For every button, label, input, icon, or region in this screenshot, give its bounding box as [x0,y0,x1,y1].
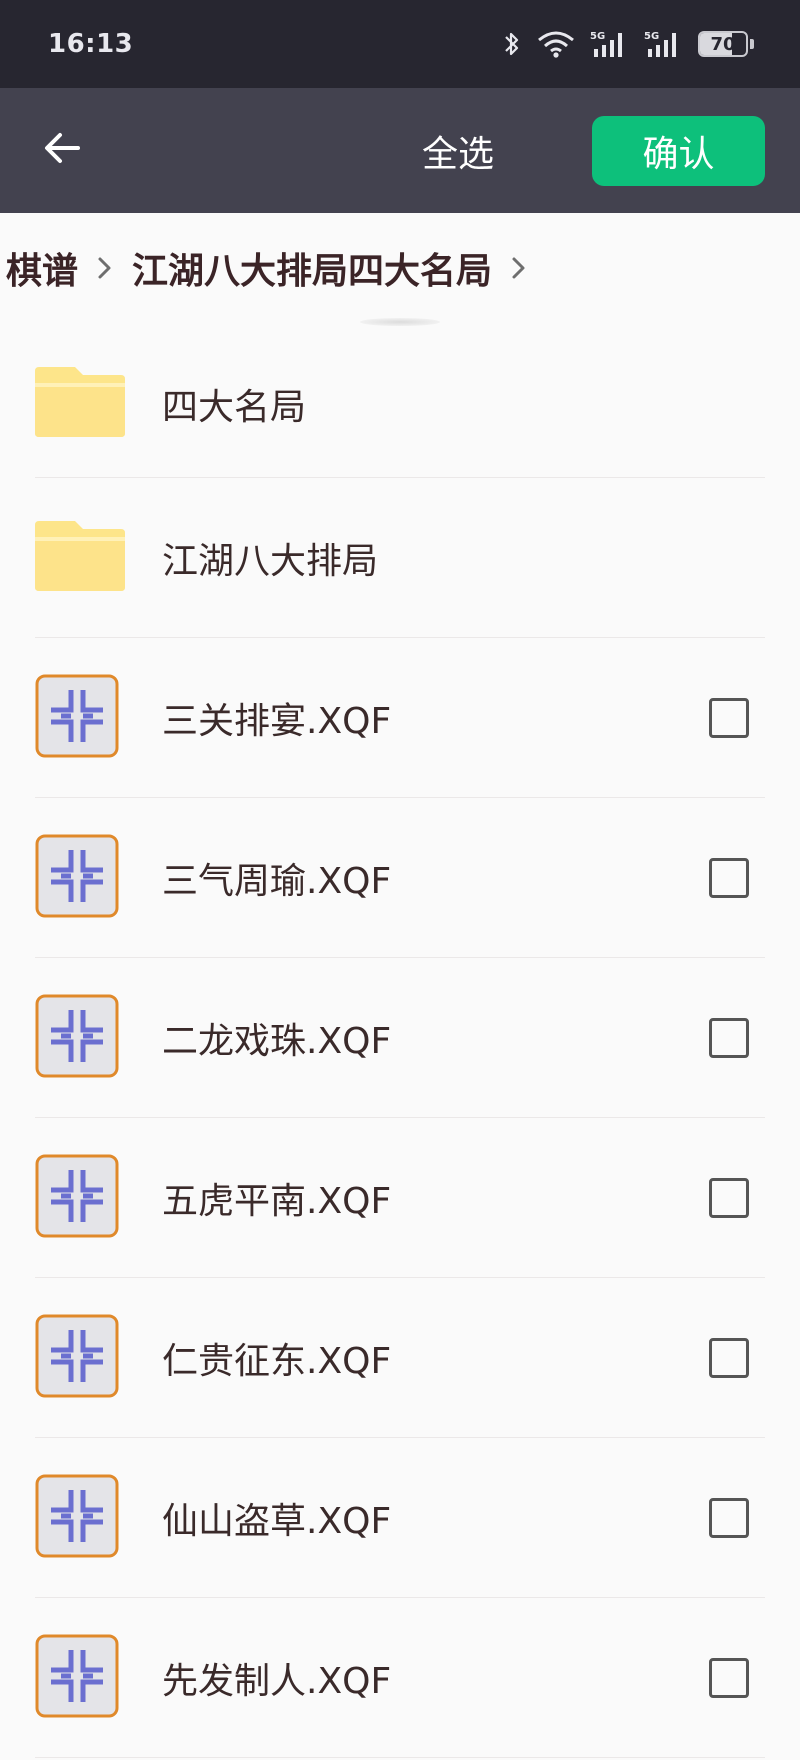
file-row[interactable]: 三关排宴.XQF [0,638,800,798]
file-row[interactable]: 仁贵征东.XQF [0,1278,800,1438]
confirm-button[interactable]: 确认 [592,116,765,186]
folder-row[interactable]: 四大名局 [0,330,800,478]
file-name: 先发制人.XQF [162,1661,392,1702]
svg-text:5G: 5G [644,31,659,42]
signal-5g-icon: 5G [590,29,630,59]
file-row[interactable]: 三气周瑜.XQF [0,798,800,958]
file-list: 四大名局 江湖八大排局 三关排宴.XQF 三气周瑜.XQF 二龙戏珠.XQF 五… [0,330,800,1758]
xqf-file-icon [35,1154,119,1242]
back-button[interactable] [28,116,96,184]
file-checkbox[interactable] [709,1658,749,1698]
status-icons: 5G 5G 70 [502,29,754,59]
file-checkbox[interactable] [709,858,749,898]
xqf-file-icon [35,1314,119,1402]
file-row[interactable]: 二龙戏珠.XQF [0,958,800,1118]
breadcrumb: 棋谱 江湖八大排局四大名局 [0,213,800,323]
chevron-right-icon [510,253,528,283]
breadcrumb-item-root[interactable]: 棋谱 [6,242,78,294]
folder-icon [35,521,125,595]
chevron-right-icon [96,253,114,283]
battery-icon: 70 [698,31,748,57]
xqf-file-icon [35,834,119,922]
battery-level: 70 [710,33,736,55]
folder-icon [35,367,125,441]
signal-5g-icon: 5G [644,29,684,59]
file-checkbox[interactable] [709,1498,749,1538]
folder-name: 四大名局 [162,387,307,428]
select-all-button[interactable]: 全选 [390,118,526,184]
file-checkbox[interactable] [709,698,749,738]
file-name: 五虎平南.XQF [162,1181,392,1222]
file-row[interactable]: 五虎平南.XQF [0,1118,800,1278]
xqf-file-icon [35,1474,119,1562]
bluetooth-icon [502,29,522,59]
file-name: 二龙戏珠.XQF [162,1021,392,1062]
file-name: 仁贵征东.XQF [162,1341,392,1382]
file-name: 三气周瑜.XQF [162,861,392,902]
file-checkbox[interactable] [709,1018,749,1058]
xqf-file-icon [35,674,119,762]
svg-text:5G: 5G [590,31,605,42]
file-name: 三关排宴.XQF [162,701,392,742]
folder-name: 江湖八大排局 [162,541,379,582]
xqf-file-icon [35,994,119,1082]
battery-tip [750,39,754,49]
breadcrumb-item-current[interactable]: 江湖八大排局四大名局 [132,242,492,294]
file-row[interactable]: 先发制人.XQF [0,1598,800,1758]
arrow-left-icon [42,130,82,170]
xqf-file-icon [35,1634,119,1722]
status-time: 16:13 [48,29,134,59]
scroll-indicator [360,318,440,326]
app-bar: 全选 确认 [0,88,800,213]
status-bar: 16:13 5G 5G 70 [0,0,800,88]
folder-row[interactable]: 江湖八大排局 [0,478,800,638]
file-checkbox[interactable] [709,1178,749,1218]
file-checkbox[interactable] [709,1338,749,1378]
file-name: 仙山盗草.XQF [162,1501,392,1542]
file-row[interactable]: 仙山盗草.XQF [0,1438,800,1598]
wifi-icon [536,29,576,59]
